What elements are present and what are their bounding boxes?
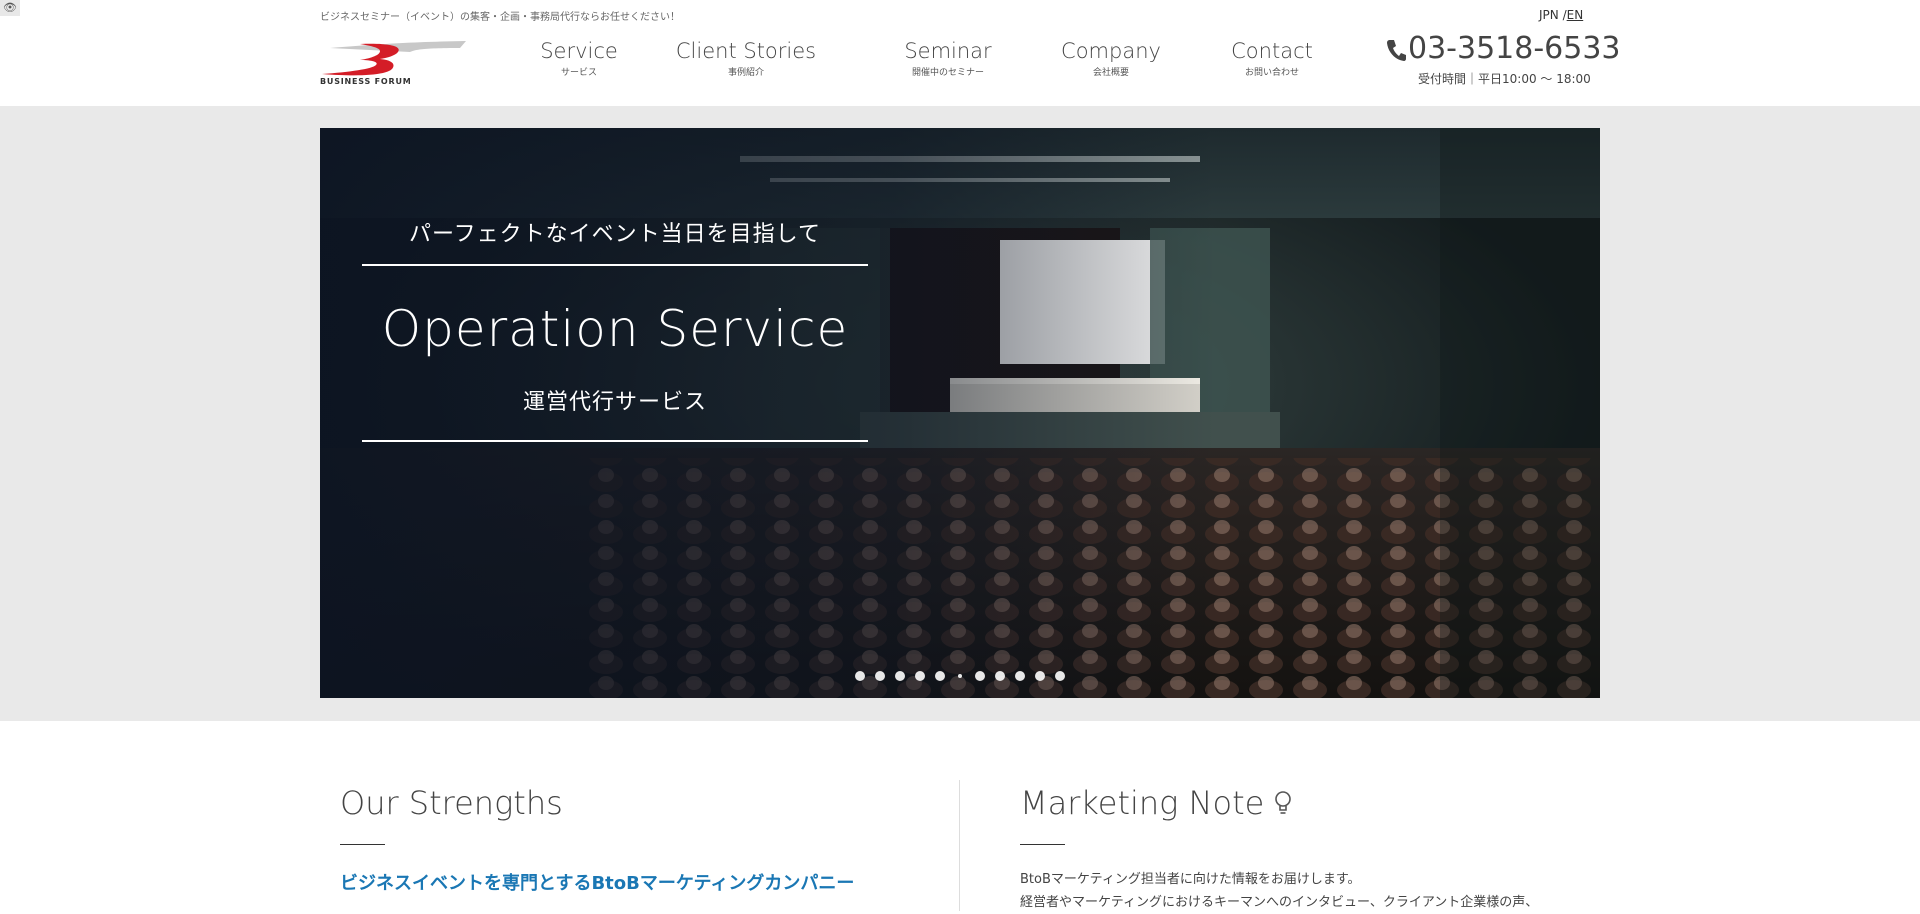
lang-jpn-link[interactable]: JPN — [1539, 8, 1559, 22]
hero-title: Operation Service — [381, 300, 849, 358]
nav-seminar[interactable]: Seminar 開催中のセミナー — [896, 38, 1000, 78]
hero-divider-bottom — [362, 440, 868, 442]
nav-company-label: Company — [1061, 39, 1161, 63]
lang-en-link[interactable]: EN — [1567, 8, 1584, 22]
nav-contact[interactable]: Contact お問い合わせ — [1223, 38, 1321, 78]
nav-seminar-sublabel: 開催中のセミナー — [911, 68, 984, 78]
slider-dot[interactable] — [1055, 671, 1065, 681]
strengths-heading: Our Strengths — [340, 784, 563, 822]
nav-contact-sublabel: お問い合わせ — [1244, 68, 1299, 78]
nav-seminar-label: Seminar — [904, 39, 992, 63]
nav-client-stories[interactable]: Client Stories 事例紹介 — [670, 38, 822, 78]
marketing-note-line-1: BtoBマーケティング担当者に向けた情報をお届けします。 — [1020, 872, 1361, 887]
hero-slider[interactable]: パーフェクトなイベント当日を目指して Operation Service 運営代… — [320, 128, 1600, 698]
column-divider — [959, 780, 960, 911]
nav-company-sublabel: 会社概要 — [1092, 68, 1129, 78]
marketing-note-text: BtoBマーケティング担当者に向けた情報をお届けします。 経営者やマーケティング… — [1020, 868, 1538, 914]
hero-caption: パーフェクトなイベント当日を目指して Operation Service 運営代… — [362, 128, 868, 698]
eye-icon[interactable]: 👁 — [0, 0, 20, 16]
slider-dot[interactable] — [958, 674, 962, 678]
phone-icon — [1387, 39, 1406, 61]
slider-dot[interactable] — [1015, 671, 1025, 681]
slider-dot[interactable] — [975, 671, 985, 681]
header-tagline: ビジネスセミナー（イベント）の集客・企画・事務局代行ならお任せください！ — [320, 12, 680, 23]
phone-number[interactable]: 03-3518-6533 — [1386, 31, 1621, 66]
business-hours: 受付時間｜平日10:00 〜 18:00 — [1418, 72, 1591, 86]
strengths-lead[interactable]: ビジネスイベントを専門とするBtoBマーケティングカンパニー — [340, 869, 854, 895]
nav-company[interactable]: Company 会社概要 — [1057, 38, 1165, 78]
hero-subtitle: 運営代行サービス — [522, 390, 707, 415]
marketing-note-heading-text: Marketing Note — [1020, 784, 1265, 822]
hero-kicker: パーフェクトなイベント当日を目指して — [408, 222, 822, 247]
marketing-note-rule — [1020, 844, 1065, 845]
nav-client-stories-sublabel: 事例紹介 — [727, 68, 764, 78]
slider-dot[interactable] — [895, 671, 905, 681]
slider-dot[interactable] — [855, 671, 865, 681]
marketing-note-heading: Marketing Note — [1020, 784, 1292, 822]
slider-dot[interactable] — [935, 671, 945, 681]
content-section — [0, 722, 1920, 911]
slider-dot[interactable] — [995, 671, 1005, 681]
nav-service-sublabel: サービス — [560, 68, 597, 78]
slider-dot[interactable] — [915, 671, 925, 681]
nav-client-stories-label: Client Stories — [675, 39, 817, 63]
lightbulb-icon — [1275, 791, 1292, 814]
language-switcher: JPN /EN — [1539, 8, 1583, 22]
logo-wordmark: BUSINESS FORUM — [320, 77, 412, 86]
phone-number-text: 03-3518-6533 — [1408, 31, 1621, 66]
nav-service-label: Service — [540, 39, 618, 63]
slider-dot[interactable] — [875, 671, 885, 681]
nav-contact-label: Contact — [1231, 39, 1313, 63]
slider-dot[interactable] — [1035, 671, 1045, 681]
strengths-rule — [340, 844, 385, 845]
nav-service[interactable]: Service サービス — [529, 38, 629, 78]
hero-divider-top — [362, 264, 868, 266]
